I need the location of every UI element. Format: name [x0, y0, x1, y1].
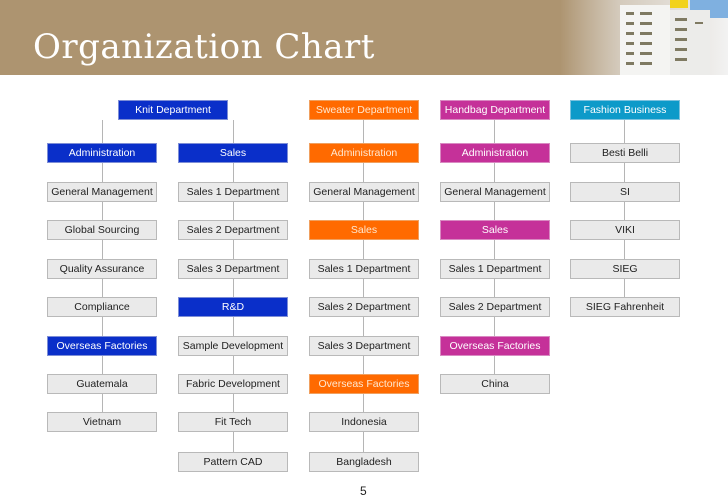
knit-factory-box[interactable]: Vietnam: [47, 412, 157, 432]
handbag-sales-box[interactable]: Sales: [440, 220, 550, 240]
sweater-sales-box[interactable]: Sales: [309, 220, 419, 240]
connector-line: [233, 120, 234, 143]
knit-sales-box[interactable]: Sales: [178, 143, 288, 163]
sweater-factory-box[interactable]: Bangladesh: [309, 452, 419, 472]
knit-admin-child-box[interactable]: Quality Assurance: [47, 259, 157, 279]
handbag-factory-box[interactable]: China: [440, 374, 550, 394]
fashion-brand-box[interactable]: VIKI: [570, 220, 680, 240]
sweater-department-box[interactable]: Sweater Department: [309, 100, 419, 120]
handbag-overseas-factories-box[interactable]: Overseas Factories: [440, 336, 550, 356]
page-number: 5: [360, 484, 367, 498]
fashion-brand-box[interactable]: SIEG Fahrenheit: [570, 297, 680, 317]
connector-line: [363, 120, 364, 452]
knit-factory-box[interactable]: Guatemala: [47, 374, 157, 394]
handbag-general-management-box[interactable]: General Management: [440, 182, 550, 202]
knit-rnd-child-box[interactable]: Pattern CAD: [178, 452, 288, 472]
fashion-brand-box[interactable]: Besti Belli: [570, 143, 680, 163]
sweater-sales-child-box[interactable]: Sales 1 Department: [309, 259, 419, 279]
knit-overseas-factories-box[interactable]: Overseas Factories: [47, 336, 157, 356]
knit-admin-child-box[interactable]: Compliance: [47, 297, 157, 317]
knit-administration-box[interactable]: Administration: [47, 143, 157, 163]
knit-rnd-child-box[interactable]: Fit Tech: [178, 412, 288, 432]
sweater-overseas-factories-box[interactable]: Overseas Factories: [309, 374, 419, 394]
sweater-general-management-box[interactable]: General Management: [309, 182, 419, 202]
knit-sales-child-box[interactable]: Sales 1 Department: [178, 182, 288, 202]
sweater-factory-box[interactable]: Indonesia: [309, 412, 419, 432]
handbag-department-box[interactable]: Handbag Department: [440, 100, 550, 120]
knit-sales-child-box[interactable]: Sales 3 Department: [178, 259, 288, 279]
knit-rnd-box[interactable]: R&D: [178, 297, 288, 317]
knit-admin-child-box[interactable]: General Management: [47, 182, 157, 202]
sweater-sales-child-box[interactable]: Sales 3 Department: [309, 336, 419, 356]
handbag-administration-box[interactable]: Administration: [440, 143, 550, 163]
fashion-brand-box[interactable]: SIEG: [570, 259, 680, 279]
knit-sales-child-box[interactable]: Sales 2 Department: [178, 220, 288, 240]
sweater-sales-child-box[interactable]: Sales 2 Department: [309, 297, 419, 317]
knit-department-box[interactable]: Knit Department: [118, 100, 228, 120]
org-chart: Knit Department Administration General M…: [0, 0, 728, 502]
knit-rnd-child-box[interactable]: Fabric Development: [178, 374, 288, 394]
handbag-sales-child-box[interactable]: Sales 2 Department: [440, 297, 550, 317]
sweater-administration-box[interactable]: Administration: [309, 143, 419, 163]
fashion-brand-box[interactable]: SI: [570, 182, 680, 202]
handbag-sales-child-box[interactable]: Sales 1 Department: [440, 259, 550, 279]
connector-line: [102, 120, 103, 143]
knit-admin-child-box[interactable]: Global Sourcing: [47, 220, 157, 240]
knit-rnd-child-box[interactable]: Sample Development: [178, 336, 288, 356]
fashion-business-box[interactable]: Fashion Business: [570, 100, 680, 120]
